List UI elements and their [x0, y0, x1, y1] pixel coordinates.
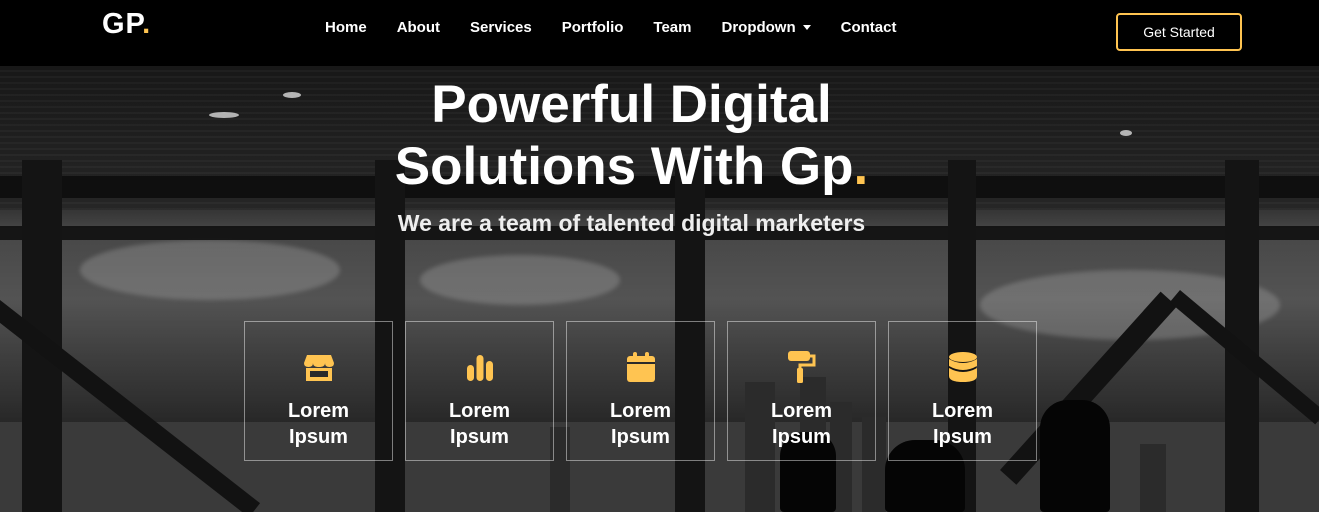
nav-portfolio[interactable]: Portfolio: [562, 19, 624, 36]
get-started-button[interactable]: Get Started: [1116, 13, 1242, 51]
icon-box-label: Lorem Ipsum: [448, 400, 511, 448]
bar-chart-icon: [463, 350, 497, 384]
hero-subtitle: We are a team of talented digital market…: [397, 210, 866, 236]
brand-logo[interactable]: GP.: [102, 8, 151, 41]
nav-label: Home: [325, 19, 367, 36]
calendar-icon: [624, 350, 658, 384]
chevron-down-icon: [802, 25, 811, 30]
nav-label: Dropdown: [721, 19, 796, 36]
icon-box[interactable]: Lorem Ipsum: [727, 321, 876, 461]
icon-box-label: Lorem Ipsum: [931, 400, 994, 448]
nav-contact[interactable]: Contact: [841, 19, 897, 36]
paint-roller-icon: [785, 350, 819, 384]
city-building: [1140, 444, 1166, 512]
person-silhouette: [1040, 400, 1110, 512]
nav-label: Team: [653, 19, 692, 36]
cloud: [80, 240, 340, 300]
icon-box[interactable]: Lorem Ipsum: [405, 321, 554, 461]
nav-services[interactable]: Services: [470, 19, 532, 36]
icon-box-label: Lorem Ipsum: [609, 400, 672, 448]
hero-title-line2: Solutions With Gp: [394, 137, 854, 196]
nav-label: About: [396, 19, 441, 36]
nav-label: Services: [470, 19, 532, 36]
store-icon: [302, 350, 336, 384]
cloud: [420, 255, 620, 305]
site-header: GP. Home About Services Portfolio Team D…: [0, 0, 1319, 66]
brand-dot: .: [142, 8, 152, 40]
icon-box-label: Lorem Ipsum: [287, 400, 350, 448]
nav-label: Portfolio: [561, 19, 624, 36]
nav-about[interactable]: About: [397, 19, 440, 36]
nav-label: Contact: [840, 19, 897, 36]
nav-team[interactable]: Team: [653, 19, 691, 36]
hero-title-line1: Powerful Digital: [431, 75, 832, 134]
icon-box[interactable]: Lorem Ipsum: [244, 321, 393, 461]
icon-box[interactable]: Lorem Ipsum: [888, 321, 1037, 461]
brand-name: GP: [102, 8, 143, 40]
nav-dropdown[interactable]: Dropdown: [721, 19, 811, 36]
icon-box-label: Lorem Ipsum: [770, 400, 833, 448]
icon-box[interactable]: Lorem Ipsum: [566, 321, 715, 461]
nav-home[interactable]: Home: [325, 19, 367, 36]
icon-boxes: Lorem Ipsum Lorem Ipsum Lorem Ipsum Lore…: [244, 321, 1049, 461]
database-icon: [946, 350, 980, 384]
main-nav: Home About Services Portfolio Team Dropd…: [325, 19, 926, 36]
hero-title: Powerful Digital Solutions With Gp.: [0, 74, 1263, 198]
hero-title-dot: .: [853, 137, 869, 196]
